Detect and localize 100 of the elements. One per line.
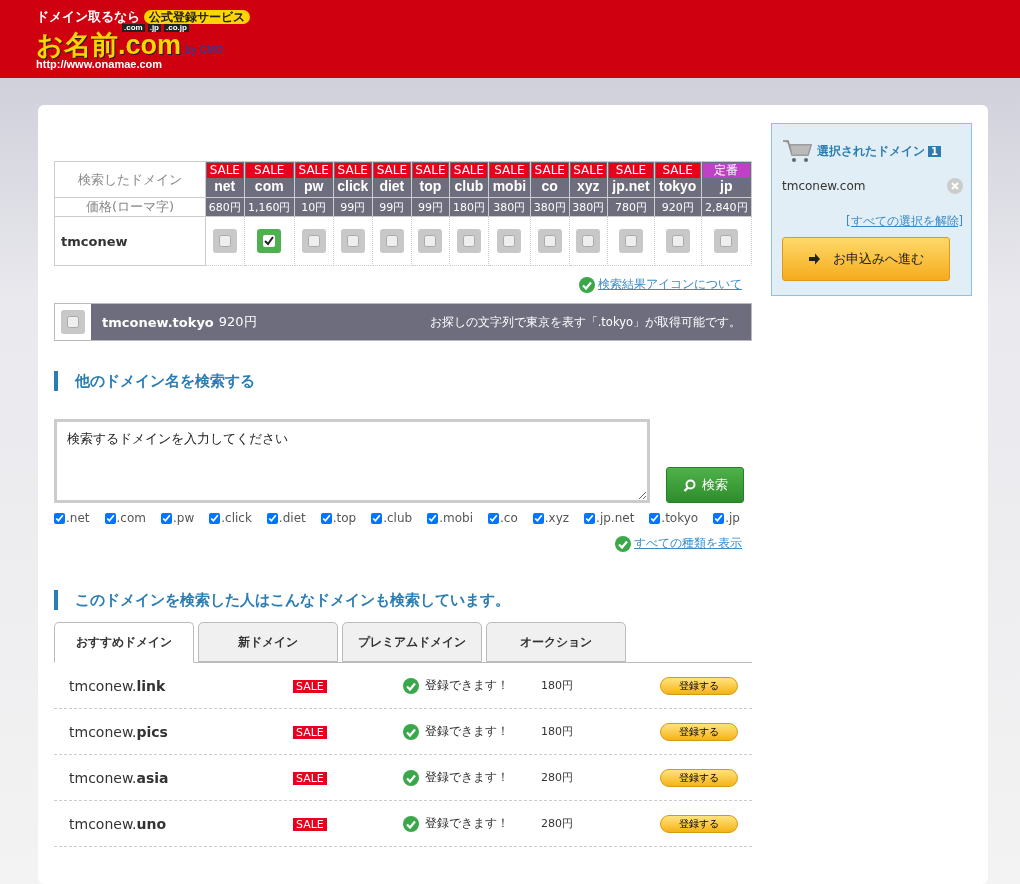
domain-name: tmconew.uno — [68, 815, 168, 832]
cart-icon — [782, 138, 814, 164]
register-button[interactable]: 登録する — [660, 676, 738, 695]
tab[interactable]: おすすめドメイン — [54, 622, 194, 663]
status-text: 登録できます！ — [425, 677, 509, 694]
logo-tld: .jp — [147, 23, 161, 32]
checkbox-label[interactable]: .club — [383, 511, 413, 525]
check-circle-icon — [615, 535, 631, 552]
section-heading: このドメインを検索した人はこんなドメインも検索しています。 — [54, 590, 752, 610]
tld-label: mobi — [491, 178, 528, 195]
checkbox-label[interactable]: .com — [116, 511, 146, 525]
checkbox-label[interactable]: .pw — [172, 511, 195, 525]
logo-url: http://www.onamae.com — [36, 58, 164, 70]
checkbox[interactable] — [665, 229, 690, 253]
tag-badge: SALE — [207, 163, 243, 178]
status-text: 登録できます！ — [425, 723, 509, 740]
checkbox-label[interactable]: .net — [66, 511, 90, 525]
checkbox[interactable] — [532, 512, 544, 524]
count-badge: 1 — [928, 145, 941, 157]
checkbox-label[interactable]: .diet — [278, 511, 306, 525]
checkbox-label[interactable]: .jp — [725, 511, 740, 525]
tag-badge: SALE — [655, 163, 700, 178]
sale-badge: SALE — [293, 726, 327, 739]
checkbox-label[interactable]: .mobi — [439, 511, 473, 525]
logo-wordmark: お名前.com — [36, 31, 182, 59]
tld-label: click — [336, 178, 370, 195]
logo[interactable]: ドメイン取るなら 公式登録サービス .com .jp .co.jp お名前.com by GMO http://www.onamae.com — [36, 9, 250, 70]
tld-label: tokyo — [658, 178, 698, 195]
sale-badge: SALE — [293, 818, 327, 831]
proceed-button[interactable]: お申込みへ進む — [782, 237, 950, 281]
tag-badge: SALE — [245, 163, 293, 178]
checkbox[interactable] — [418, 229, 443, 253]
tld-label: co — [540, 178, 559, 195]
checkbox[interactable] — [54, 512, 65, 524]
domain-name: tmconew.link — [68, 677, 167, 694]
checkbox[interactable] — [456, 229, 481, 253]
check-circle-icon — [403, 815, 419, 832]
tag-badge: SALE — [570, 163, 607, 178]
tag-badge: SALE — [451, 163, 487, 178]
checkbox[interactable] — [266, 512, 278, 524]
checkbox[interactable] — [584, 512, 596, 524]
checkbox-label[interactable]: .click — [221, 511, 252, 525]
logo-tld: .com — [122, 23, 145, 32]
checkbox-label[interactable]: .jp.net — [596, 511, 635, 525]
status-text: 登録できます！ — [425, 815, 509, 832]
checkbox-label[interactable]: .tokyo — [661, 511, 699, 525]
tab[interactable]: オークション — [486, 622, 626, 662]
info-link[interactable]: 検索結果アイコンについて — [598, 276, 742, 293]
promo-price: 920円 — [218, 313, 257, 331]
checkbox[interactable] — [649, 512, 661, 524]
check-circle-icon — [403, 677, 419, 694]
register-button[interactable]: 登録する — [660, 814, 738, 833]
show-all-link[interactable]: すべての種類を表示 — [634, 535, 742, 552]
price-text: 280円 — [541, 816, 574, 831]
checkbox-label[interactable]: .top — [332, 511, 357, 525]
tag-badge: SALE — [374, 163, 410, 178]
search-field[interactable]: 検索するドメインを入力してください — [54, 419, 650, 503]
checkbox[interactable] — [340, 229, 365, 253]
checkbox[interactable] — [301, 229, 326, 253]
checkbox[interactable] — [257, 229, 282, 253]
checkbox[interactable] — [576, 229, 601, 253]
check-circle-icon — [403, 769, 419, 786]
selected-domain: tmconew.com — [782, 179, 866, 193]
checkbox[interactable] — [537, 229, 562, 253]
tag-badge: SALE — [531, 163, 568, 178]
tag-badge: SALE — [489, 163, 529, 178]
register-button[interactable]: 登録する — [660, 768, 738, 787]
checkbox[interactable] — [61, 310, 85, 334]
status-text: 登録できます！ — [425, 769, 509, 786]
checkbox[interactable] — [497, 229, 522, 253]
checkbox-label[interactable]: .xyz — [544, 511, 570, 525]
checkbox[interactable] — [212, 229, 237, 253]
checkbox[interactable] — [713, 512, 725, 524]
checkbox[interactable] — [427, 512, 439, 524]
tab[interactable]: 新ドメイン — [198, 622, 338, 662]
checkbox[interactable] — [487, 512, 499, 524]
tld-label: jp — [718, 178, 734, 195]
checkbox[interactable] — [160, 512, 172, 524]
domain-name: tmconew.pics — [68, 723, 169, 740]
checkbox[interactable] — [379, 229, 404, 253]
tag-badge: SALE — [295, 163, 332, 178]
tab[interactable]: プレミアムドメイン — [342, 622, 482, 662]
tld-label: club — [453, 178, 485, 195]
checkbox[interactable] — [371, 512, 383, 524]
register-button[interactable]: 登録する — [660, 722, 738, 741]
checkbox-label[interactable]: .co — [499, 511, 518, 525]
checkbox[interactable] — [320, 512, 332, 524]
search-icon — [682, 478, 696, 492]
checkbox[interactable] — [618, 229, 643, 253]
sale-badge: SALE — [293, 772, 327, 785]
domain-name: tmconew.asia — [68, 769, 170, 786]
price-text: 180円 — [541, 724, 574, 739]
arrow-right-icon — [808, 252, 821, 266]
checkbox[interactable] — [209, 512, 221, 524]
price-text: 180円 — [541, 678, 574, 693]
tag-badge: 定番 — [702, 163, 750, 178]
sale-badge: SALE — [293, 680, 327, 693]
checkbox[interactable] — [714, 229, 739, 253]
promo-domain: tmconew.tokyo — [102, 314, 214, 330]
checkbox[interactable] — [104, 512, 116, 524]
